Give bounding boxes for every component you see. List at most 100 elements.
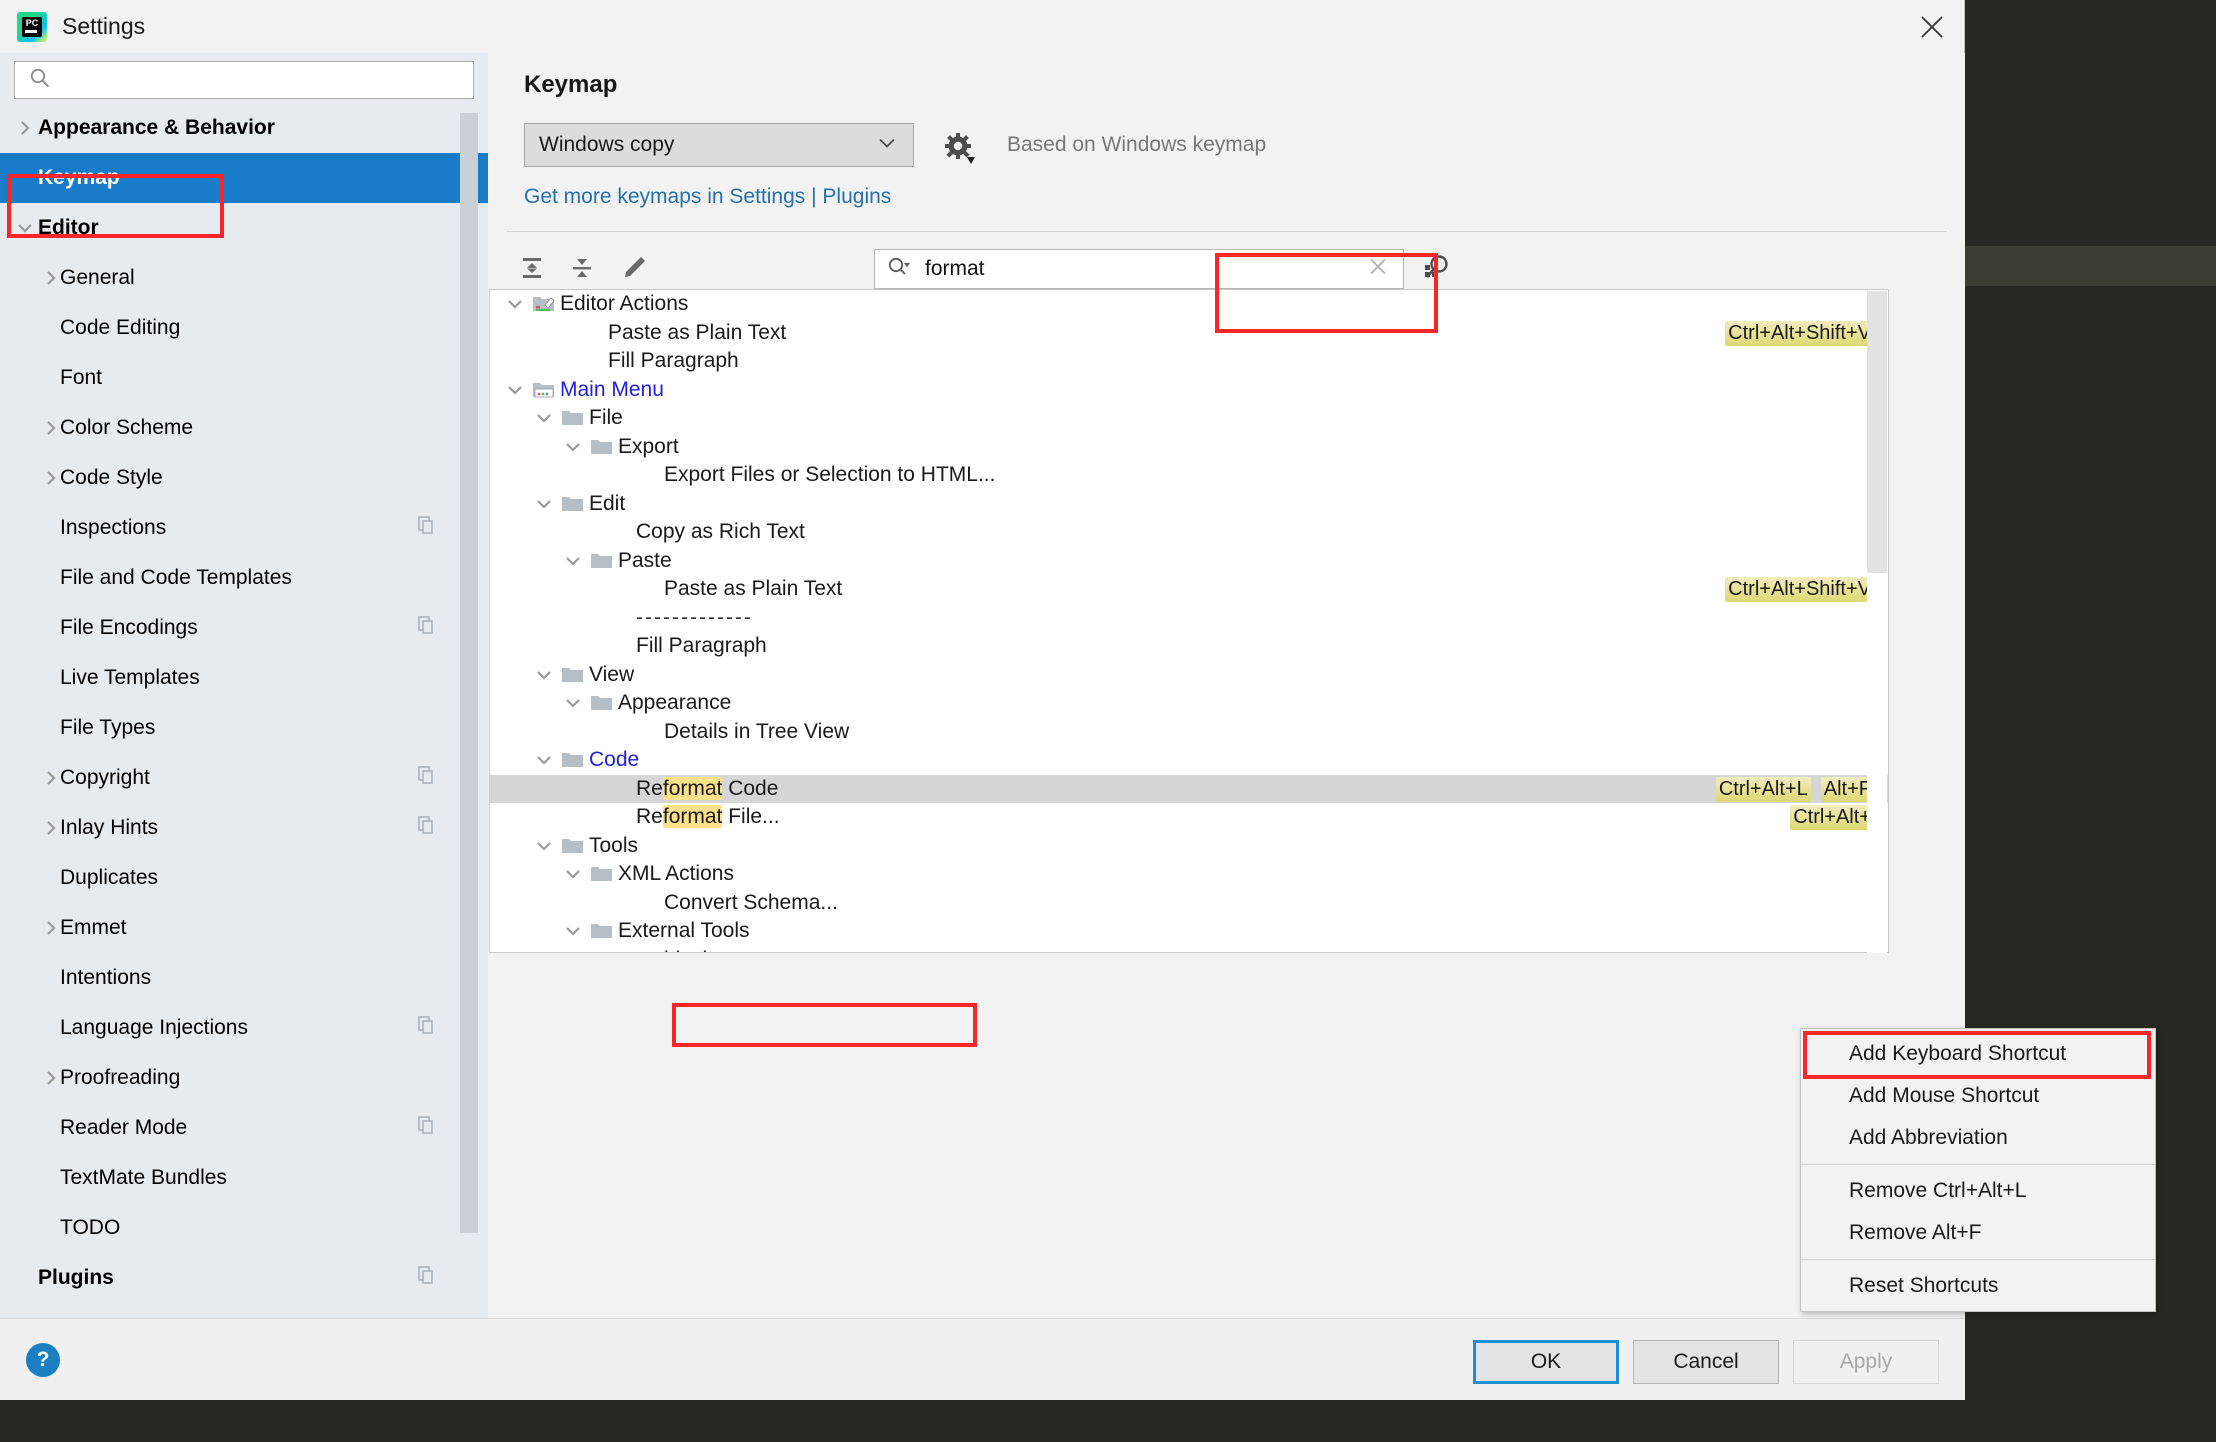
edit-pencil-icon[interactable] bbox=[613, 247, 655, 289]
chevron-right-icon[interactable] bbox=[40, 1067, 62, 1089]
pycharm-logo-bar bbox=[25, 29, 37, 33]
sidebar-item-appearance-behavior[interactable]: Appearance & Behavior bbox=[0, 103, 488, 153]
keymap-tree-row[interactable]: File bbox=[490, 404, 1888, 433]
clear-search-icon[interactable] bbox=[1367, 256, 1389, 283]
sidebar-item-reader-mode[interactable]: Reader Mode bbox=[0, 1103, 488, 1153]
chevron-down-icon[interactable] bbox=[562, 436, 584, 458]
sidebar-search-box[interactable] bbox=[14, 61, 474, 99]
chevron-right-icon[interactable] bbox=[40, 817, 62, 839]
keymap-select[interactable]: Windows copy bbox=[524, 123, 914, 167]
context-menu-item-remove-ctrl-alt-l[interactable]: Remove Ctrl+Alt+L bbox=[1801, 1170, 2155, 1212]
keymap-tree-row[interactable]: ------------- bbox=[490, 604, 1888, 633]
sidebar-item-file-and-code-templates[interactable]: File and Code Templates bbox=[0, 553, 488, 603]
chevron-down-icon[interactable] bbox=[533, 664, 555, 686]
keymap-tree-row[interactable]: Paste as Plain Text Ctrl+Alt+Shift+V bbox=[490, 575, 1888, 604]
expand-all-icon[interactable] bbox=[511, 247, 553, 289]
chevron-down-icon[interactable] bbox=[533, 835, 555, 857]
sidebar-item-editor[interactable]: Editor bbox=[0, 203, 488, 253]
keymap-tree-row[interactable]: Tools bbox=[490, 832, 1888, 861]
keymap-tree-row[interactable]: Edit bbox=[490, 490, 1888, 519]
keymap-tree-row[interactable]: View bbox=[490, 661, 1888, 690]
sidebar-item-general[interactable]: General bbox=[0, 253, 488, 303]
sidebar-item-code-editing[interactable]: Code Editing bbox=[0, 303, 488, 353]
keymap-tree-row[interactable]: Paste as Plain Text Ctrl+Alt+Shift+V bbox=[490, 319, 1888, 348]
keymap-tree-row[interactable]: Reformat File... Ctrl+Alt+ bbox=[490, 803, 1888, 832]
keymap-tree-scrollbar-thumb[interactable] bbox=[1867, 291, 1887, 573]
chevron-right-icon[interactable] bbox=[40, 917, 62, 939]
context-menu-item-add-abbreviation[interactable]: Add Abbreviation bbox=[1801, 1117, 2155, 1159]
keymap-tree-row[interactable]: Export bbox=[490, 433, 1888, 462]
keymap-shortcut-group: Ctrl+Alt+Shift+V bbox=[1725, 577, 1874, 602]
keymap-tree-row[interactable]: Copy as Rich Text bbox=[490, 518, 1888, 547]
sidebar-item-file-encodings[interactable]: File Encodings bbox=[0, 603, 488, 653]
sidebar-item-intentions[interactable]: Intentions bbox=[0, 953, 488, 1003]
keymap-tree-row[interactable]: External Tools bbox=[490, 917, 1888, 946]
chevron-right-icon[interactable] bbox=[40, 417, 62, 439]
sidebar-item-emmet[interactable]: Emmet bbox=[0, 903, 488, 953]
keymap-tree-row-label: Details in Tree View bbox=[664, 719, 850, 743]
chevron-down-icon[interactable] bbox=[504, 293, 526, 315]
sidebar-item-plugins[interactable]: Plugins bbox=[0, 1253, 488, 1303]
keymap-tree-row[interactable]: Fill Paragraph bbox=[490, 347, 1888, 376]
chevron-down-icon[interactable] bbox=[504, 379, 526, 401]
chevron-down-icon[interactable] bbox=[562, 863, 584, 885]
context-menu-item-reset-shortcuts[interactable]: Reset Shortcuts bbox=[1801, 1265, 2155, 1307]
chevron-down-icon[interactable] bbox=[533, 407, 555, 429]
context-menu-item-add-mouse-shortcut[interactable]: Add Mouse Shortcut bbox=[1801, 1075, 2155, 1117]
collapse-all-icon[interactable] bbox=[561, 247, 603, 289]
sidebar-item-copyright[interactable]: Copyright bbox=[0, 753, 488, 803]
find-action-icon[interactable] bbox=[1419, 251, 1457, 289]
chevron-down-icon[interactable] bbox=[533, 493, 555, 515]
chevron-right-icon[interactable] bbox=[14, 117, 36, 139]
keymap-tree-row[interactable]: XML Actions bbox=[490, 860, 1888, 889]
keymap-tree-row[interactable]: Fill Paragraph bbox=[490, 632, 1888, 661]
keymap-tree-row[interactable]: Details in Tree View bbox=[490, 718, 1888, 747]
context-menu-item-remove-alt-f[interactable]: Remove Alt+F bbox=[1801, 1212, 2155, 1254]
get-more-keymaps-link[interactable]: Get more keymaps in Settings | Plugins bbox=[524, 185, 891, 209]
sidebar-item-keymap[interactable]: Keymap bbox=[0, 153, 488, 203]
sidebar-item-file-types[interactable]: File Types bbox=[0, 703, 488, 753]
sidebar-scrollbar-thumb[interactable] bbox=[460, 113, 478, 1233]
sidebar-item-font[interactable]: Font bbox=[0, 353, 488, 403]
sidebar-item-language-injections[interactable]: Language Injections bbox=[0, 1003, 488, 1053]
keymap-tree-row[interactable]: Main Menu bbox=[490, 376, 1888, 405]
search-icon bbox=[29, 67, 51, 94]
sidebar-item-duplicates[interactable]: Duplicates bbox=[0, 853, 488, 903]
keymap-search-input[interactable] bbox=[923, 256, 1323, 282]
sidebar-search-input[interactable] bbox=[59, 68, 439, 92]
close-icon[interactable] bbox=[1900, 0, 1964, 53]
chevron-right-icon[interactable] bbox=[40, 267, 62, 289]
sidebar-scrollbar[interactable] bbox=[460, 113, 478, 1313]
keymap-tree-row[interactable]: Reformat Code Ctrl+Alt+L Alt+F bbox=[490, 774, 1888, 803]
apply-button[interactable]: Apply bbox=[1793, 1340, 1939, 1384]
gear-icon[interactable] bbox=[943, 131, 977, 165]
chevron-down-icon[interactable] bbox=[562, 692, 584, 714]
ok-button[interactable]: OK bbox=[1473, 1340, 1619, 1384]
sidebar-item-inlay-hints[interactable]: Inlay Hints bbox=[0, 803, 488, 853]
chevron-right-icon[interactable] bbox=[40, 467, 62, 489]
sidebar-item-todo[interactable]: TODO bbox=[0, 1203, 488, 1253]
chevron-down-icon[interactable] bbox=[562, 920, 584, 942]
keymap-tree-row[interactable]: Appearance bbox=[490, 689, 1888, 718]
keymap-tree-row[interactable]: Convert Schema... bbox=[490, 889, 1888, 918]
keymap-tree-row[interactable]: Paste bbox=[490, 547, 1888, 576]
keymap-search-box[interactable] bbox=[874, 249, 1404, 289]
help-icon[interactable]: ? bbox=[26, 1343, 60, 1377]
chevron-down-icon[interactable] bbox=[533, 749, 555, 771]
sidebar-item-inspections[interactable]: Inspections bbox=[0, 503, 488, 553]
chevron-down-icon[interactable] bbox=[562, 550, 584, 572]
keymap-tree-row[interactable]: Code bbox=[490, 746, 1888, 775]
keymap-tree-row[interactable]: Export Files or Selection to HTML... bbox=[490, 461, 1888, 490]
keymap-tree-scrollbar[interactable] bbox=[1867, 291, 1887, 953]
context-menu-item-add-keyboard-shortcut[interactable]: Add Keyboard Shortcut bbox=[1801, 1033, 2155, 1075]
keymap-tree-row[interactable]: Editor Actions bbox=[490, 290, 1888, 319]
sidebar-item-live-templates[interactable]: Live Templates bbox=[0, 653, 488, 703]
sidebar-item-color-scheme[interactable]: Color Scheme bbox=[0, 403, 488, 453]
chevron-down-icon[interactable] bbox=[14, 217, 36, 239]
sidebar-item-textmate-bundles[interactable]: TextMate Bundles bbox=[0, 1153, 488, 1203]
keymap-tree-row[interactable]: black bbox=[490, 946, 1888, 952]
chevron-right-icon[interactable] bbox=[40, 767, 62, 789]
sidebar-item-proofreading[interactable]: Proofreading bbox=[0, 1053, 488, 1103]
sidebar-item-code-style[interactable]: Code Style bbox=[0, 453, 488, 503]
cancel-button[interactable]: Cancel bbox=[1633, 1340, 1779, 1384]
